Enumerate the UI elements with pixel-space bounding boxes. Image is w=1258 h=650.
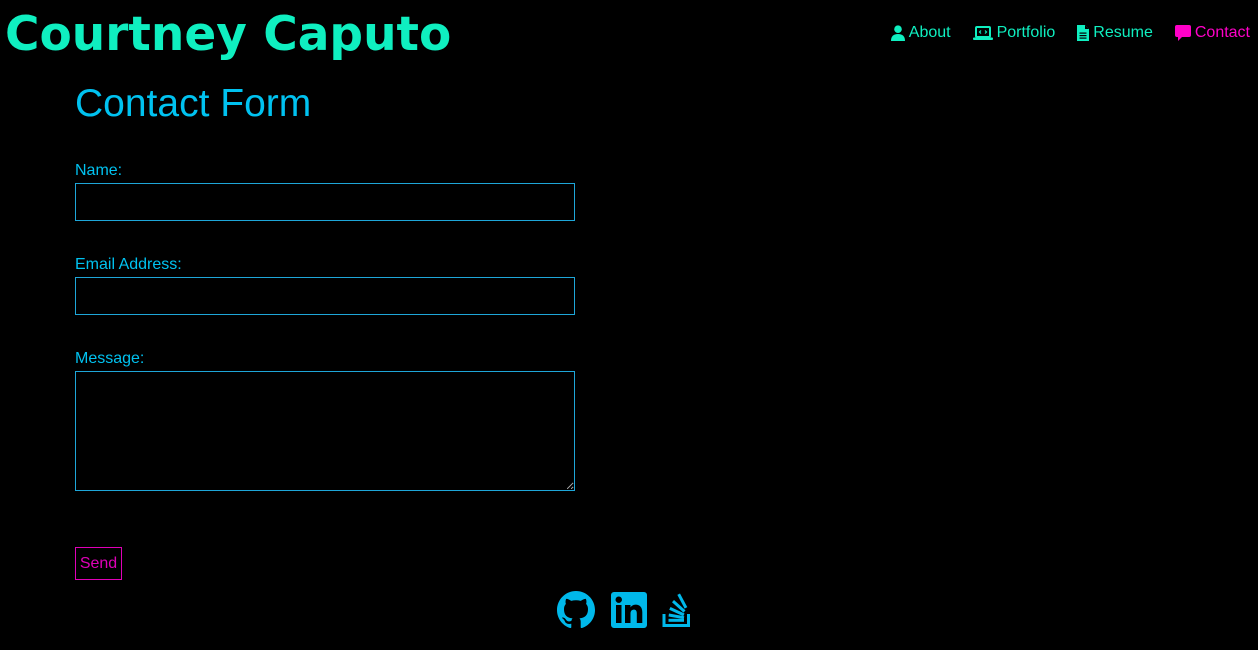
name-label: Name: <box>75 162 123 179</box>
nav-portfolio-link[interactable]: Portfolio <box>972 24 1056 42</box>
comment-icon <box>1174 25 1191 41</box>
file-icon <box>1077 25 1090 41</box>
nav-resume-link[interactable]: Resume <box>1077 24 1153 42</box>
site-title[interactable]: Courtney Caputo <box>5 6 451 64</box>
linkedin-link[interactable] <box>611 592 647 628</box>
nav-resume-label: Resume <box>1093 24 1153 41</box>
nav-contact-label: Contact <box>1194 24 1250 41</box>
nav-contact-link[interactable]: Contact <box>1174 24 1250 42</box>
nav-about-link[interactable]: About <box>890 24 951 42</box>
stack-overflow-icon <box>662 592 694 628</box>
nav-about-label: About <box>908 24 951 41</box>
linkedin-icon <box>611 592 647 628</box>
github-icon <box>556 590 596 630</box>
user-icon <box>890 25 905 41</box>
email-input[interactable] <box>75 277 575 315</box>
message-label: Message: <box>75 350 145 367</box>
main-nav: About Portfolio Resume Contact <box>869 24 1250 42</box>
message-textarea[interactable] <box>75 371 575 491</box>
stack-overflow-link[interactable] <box>662 592 694 628</box>
laptop-code-icon <box>972 25 993 41</box>
contact-form-heading: Contact Form <box>75 82 312 125</box>
email-label: Email Address: <box>75 256 182 273</box>
github-link[interactable] <box>556 590 596 630</box>
send-button[interactable]: Send <box>75 547 122 580</box>
nav-portfolio-label: Portfolio <box>996 24 1056 41</box>
name-input[interactable] <box>75 183 575 221</box>
social-links <box>556 590 694 630</box>
contact-page: Courtney Caputo About Portfolio Resume C… <box>0 0 1258 650</box>
